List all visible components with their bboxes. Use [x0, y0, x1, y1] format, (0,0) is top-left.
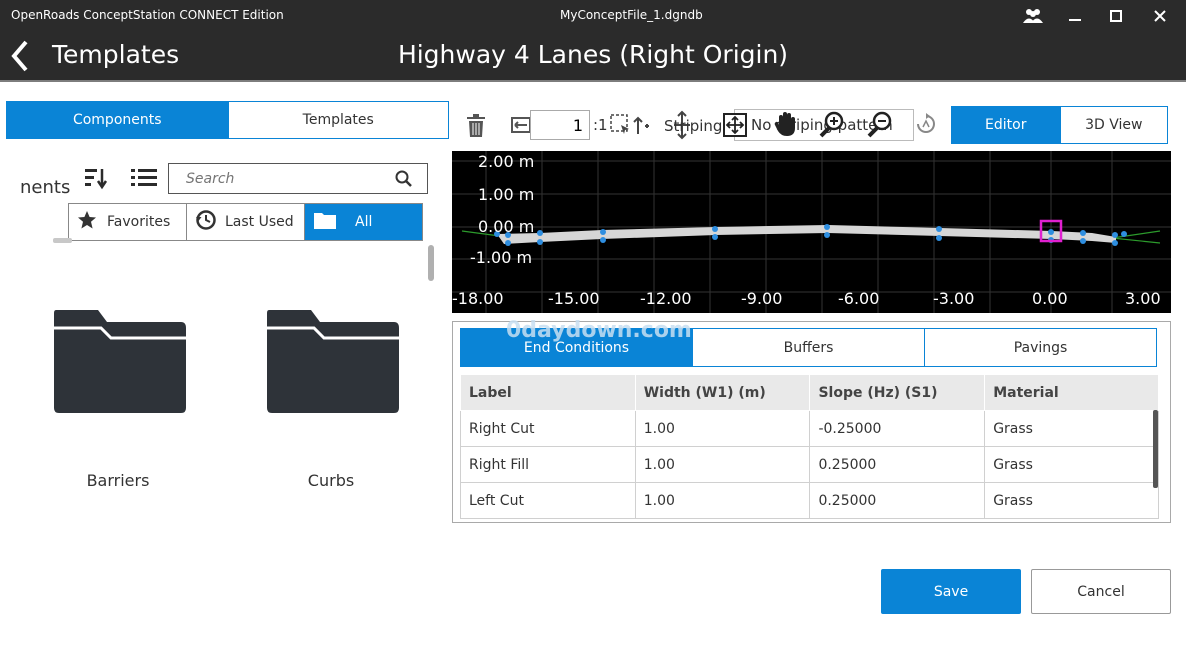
folder-icon[interactable]: [53, 310, 187, 414]
cell-label[interactable]: Right Cut: [460, 410, 636, 447]
star-icon: [77, 210, 97, 234]
pan-view-icon[interactable]: [722, 112, 748, 138]
cell-label[interactable]: Right Fill: [460, 446, 636, 483]
filter-last-used-label: Last Used: [225, 214, 294, 230]
tab-templates[interactable]: Templates: [227, 102, 448, 138]
filter-favorites-label: Favorites: [107, 214, 171, 230]
y-label-neg1: -1.00 m: [470, 248, 533, 267]
tab-3d-view[interactable]: 3D View: [1059, 107, 1167, 143]
filter-last-used[interactable]: Last Used: [187, 204, 305, 240]
library-scrollbar[interactable]: [428, 245, 434, 281]
scale-input[interactable]: [530, 110, 590, 140]
library-heading: nents: [20, 177, 71, 198]
end-conditions-table: Label Width (W1) (m) Slope (Hz) (S1) Mat…: [460, 374, 1159, 519]
y-label-0: 0.00 m: [478, 217, 535, 236]
template-name: Highway 4 Lanes (Right Origin): [397, 40, 789, 69]
striping-label: Striping:: [664, 117, 728, 135]
zoom-in-icon[interactable]: [818, 110, 846, 138]
cell-slope[interactable]: -0.25000: [809, 410, 986, 447]
minimize-button[interactable]: [1063, 4, 1087, 28]
pan-hand-icon[interactable]: [773, 110, 797, 138]
app-name: OpenRoads ConceptStation CONNECT Edition: [11, 8, 284, 22]
table-scrollbar[interactable]: [1153, 410, 1158, 488]
view-toggle: Editor 3D View: [951, 106, 1168, 144]
cell-width[interactable]: 1.00: [634, 446, 811, 483]
horizontal-scroll-thumb[interactable]: [53, 238, 72, 243]
cell-material[interactable]: Grass: [984, 410, 1159, 447]
cell-slope[interactable]: 0.25000: [809, 482, 986, 519]
header-divider: [0, 80, 1186, 82]
library-tabs: Components Templates: [6, 101, 449, 139]
history-icon: [195, 209, 217, 235]
column-header-width[interactable]: Width (W1) (m): [634, 374, 811, 411]
sort-icon[interactable]: [82, 164, 110, 192]
page-header: Templates Highway 4 Lanes (Right Origin): [0, 32, 1186, 80]
cell-width[interactable]: 1.00: [634, 482, 811, 519]
search-input[interactable]: [169, 164, 389, 193]
folder-label-barriers: Barriers: [86, 471, 150, 490]
close-button[interactable]: [1148, 4, 1172, 28]
filter-all[interactable]: All: [305, 204, 422, 240]
file-name: MyConceptFile_1.dgndb: [560, 8, 703, 22]
table-header-row: Label Width (W1) (m) Slope (Hz) (S1) Mat…: [460, 374, 1159, 411]
cancel-button[interactable]: Cancel: [1031, 569, 1171, 614]
filter-all-label: All: [355, 214, 373, 230]
table-row[interactable]: Left Cut 1.00 0.25000 Grass: [460, 482, 1159, 519]
cell-slope[interactable]: 0.25000: [809, 446, 986, 483]
cell-width[interactable]: 1.00: [634, 410, 811, 447]
scale-suffix: :1: [593, 116, 608, 134]
cell-material[interactable]: Grass: [984, 446, 1159, 483]
x-label: -15.00: [548, 289, 600, 308]
window-titlebar: OpenRoads ConceptStation CONNECT Edition…: [0, 0, 1186, 32]
search-icon[interactable]: [395, 170, 413, 192]
cell-material[interactable]: Grass: [984, 482, 1159, 519]
folder-icon[interactable]: [266, 310, 400, 414]
x-label: -6.00: [838, 289, 880, 308]
tab-editor[interactable]: Editor: [952, 107, 1060, 143]
table-row[interactable]: Right Fill 1.00 0.25000 Grass: [460, 446, 1159, 483]
y-label-2: 2.00 m: [478, 152, 535, 171]
x-label: -18.00: [452, 289, 504, 308]
tab-buffers[interactable]: Buffers: [692, 329, 924, 366]
tab-components[interactable]: Components: [7, 102, 228, 138]
filter-favorites[interactable]: Favorites: [69, 204, 187, 240]
cross-section-canvas[interactable]: 2.00 m 1.00 m 0.00 m -1.00 m -18.00 -15.…: [452, 151, 1171, 313]
folder-icon: [313, 210, 337, 234]
filter-bar: Favorites Last Used All: [68, 203, 423, 241]
x-label: -3.00: [933, 289, 975, 308]
rotate-view-icon[interactable]: [915, 113, 937, 137]
maximize-button[interactable]: [1104, 4, 1128, 28]
cell-label[interactable]: Left Cut: [460, 482, 636, 519]
x-label: -12.00: [640, 289, 692, 308]
table-row[interactable]: Right Cut 1.00 -0.25000 Grass: [460, 410, 1159, 447]
move-vertical-icon[interactable]: [632, 116, 650, 136]
trash-icon[interactable]: [464, 112, 488, 140]
x-label: 0.00: [1032, 289, 1068, 308]
tab-pavings[interactable]: Pavings: [924, 329, 1156, 366]
select-move-icon[interactable]: [608, 112, 634, 138]
x-label: -9.00: [741, 289, 783, 308]
watermark-text: 0daydown.com: [506, 318, 692, 343]
column-header-material[interactable]: Material: [984, 374, 1159, 411]
x-label: 3.00: [1125, 289, 1161, 308]
folder-label-curbs: Curbs: [307, 471, 355, 490]
list-view-icon[interactable]: [129, 164, 159, 192]
column-header-slope[interactable]: Slope (Hz) (S1): [809, 374, 986, 411]
save-button[interactable]: Save: [881, 569, 1021, 614]
users-icon[interactable]: [1021, 4, 1045, 28]
column-header-label[interactable]: Label: [460, 374, 636, 411]
search-box: [168, 163, 428, 194]
fit-width-icon[interactable]: [510, 114, 532, 136]
zoom-out-icon[interactable]: [866, 110, 894, 138]
y-label-1: 1.00 m: [478, 185, 535, 204]
